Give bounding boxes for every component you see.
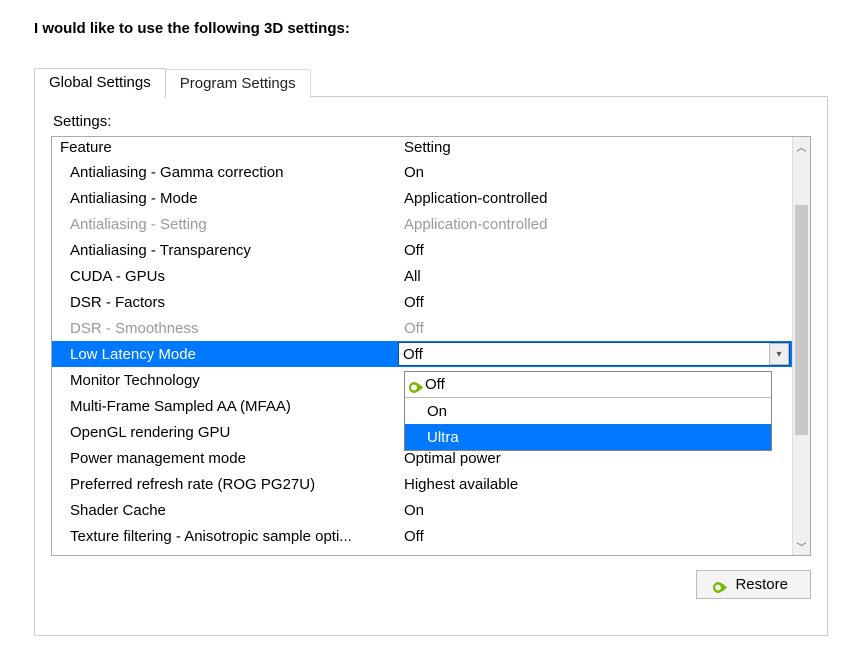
setting-cell: Allow (404, 554, 792, 556)
setting-cell: Off (404, 320, 792, 337)
setting-cell: Off (404, 242, 792, 259)
feature-cell: Multi-Frame Sampled AA (MFAA) (70, 398, 404, 415)
scroll-up-button[interactable]: ︿ (793, 137, 810, 155)
setting-row[interactable]: Antialiasing - Transparency Off (52, 237, 792, 263)
feature-cell: Texture filtering - Anisotropic sample o… (70, 528, 404, 545)
setting-row[interactable]: Antialiasing - Mode Application-controll… (52, 185, 792, 211)
dropdown-option[interactable]: On (405, 398, 771, 424)
restore-button[interactable]: Restore (696, 570, 811, 599)
tab-strip: Global Settings Program Settings (34, 67, 828, 96)
feature-cell: Power management mode (70, 450, 404, 467)
setting-cell: Application-controlled (404, 216, 792, 233)
scrollbar-vertical[interactable]: ︿ ﹀ (792, 137, 810, 555)
feature-cell: OpenGL rendering GPU (70, 424, 404, 441)
page-heading: I would like to use the following 3D set… (0, 0, 850, 37)
scroll-down-button[interactable]: ﹀ (793, 537, 810, 555)
setting-row: DSR - Smoothness Off (52, 315, 792, 341)
feature-cell: Low Latency Mode (70, 346, 404, 363)
setting-row[interactable]: CUDA - GPUs All (52, 263, 792, 289)
grid-rows: Antialiasing - Gamma correction On Antia… (52, 159, 792, 555)
setting-row[interactable]: Texture filtering - Anisotropic sample o… (52, 523, 792, 549)
feature-cell: DSR - Factors (70, 294, 404, 311)
dropdown-option[interactable]: Off (405, 372, 771, 398)
setting-value: Off (399, 346, 769, 363)
nvidia-icon (409, 380, 423, 391)
setting-cell: On (404, 502, 792, 519)
feature-cell: CUDA - GPUs (70, 268, 404, 285)
feature-cell: Shader Cache (70, 502, 404, 519)
settings-label: Settings: (53, 113, 811, 130)
column-headers: Feature Setting (52, 137, 792, 159)
setting-cell: Highest available (404, 476, 792, 493)
chevron-down-icon: ▾ (776, 349, 781, 360)
scrollbar-track[interactable] (793, 155, 810, 537)
tab-content: Settings: Feature Setting Antialiasing -… (34, 96, 828, 636)
feature-cell: Antialiasing - Transparency (70, 242, 404, 259)
feature-cell: DSR - Smoothness (70, 320, 404, 337)
chevron-down-icon: ﹀ (797, 539, 807, 554)
restore-area: Restore (51, 570, 811, 599)
feature-cell: Antialiasing - Mode (70, 190, 404, 207)
setting-cell: All (404, 268, 792, 285)
column-header-feature[interactable]: Feature (60, 139, 404, 156)
nvidia-icon (713, 580, 727, 591)
dropdown-option[interactable]: Ultra (405, 424, 771, 450)
column-header-setting[interactable]: Setting (404, 139, 792, 156)
feature-cell: Antialiasing - Gamma correction (70, 164, 404, 181)
setting-row[interactable]: Antialiasing - Gamma correction On (52, 159, 792, 185)
setting-row: Antialiasing - Setting Application-contr… (52, 211, 792, 237)
grid-body: Feature Setting Antialiasing - Gamma cor… (52, 137, 792, 555)
setting-cell: Optimal power (404, 450, 792, 467)
setting-cell: Application-controlled (404, 190, 792, 207)
settings-panel: Global Settings Program Settings Setting… (34, 67, 828, 636)
setting-cell: On (404, 164, 792, 181)
settings-grid: Feature Setting Antialiasing - Gamma cor… (51, 136, 811, 556)
feature-cell: Texture filtering - Negative LOD bias (70, 554, 404, 556)
dropdown-option-label: Off (425, 376, 445, 393)
feature-cell: Preferred refresh rate (ROG PG27U) (70, 476, 404, 493)
feature-cell: Monitor Technology (70, 372, 404, 389)
setting-dropdown-open[interactable]: Off ▾ (398, 342, 790, 366)
setting-row[interactable]: DSR - Factors Off (52, 289, 792, 315)
setting-cell: Off (404, 528, 792, 545)
dropdown-option-label: On (427, 403, 447, 420)
tab-program-settings[interactable]: Program Settings (165, 69, 311, 98)
setting-row[interactable]: Shader Cache On (52, 497, 792, 523)
restore-button-label: Restore (735, 576, 788, 593)
tab-global-settings[interactable]: Global Settings (34, 68, 166, 97)
setting-row-selected[interactable]: Low Latency Mode Off ▾ (52, 341, 792, 367)
dropdown-option-label: Ultra (427, 429, 459, 446)
setting-row[interactable]: Preferred refresh rate (ROG PG27U) Highe… (52, 471, 792, 497)
setting-row[interactable]: Texture filtering - Negative LOD bias Al… (52, 549, 792, 555)
setting-cell: Off (404, 294, 792, 311)
dropdown-button[interactable]: ▾ (769, 343, 789, 365)
feature-cell: Antialiasing - Setting (70, 216, 404, 233)
chevron-up-icon: ︿ (797, 139, 807, 154)
dropdown-list[interactable]: Off On Ultra (404, 371, 772, 451)
scrollbar-thumb[interactable] (795, 205, 808, 435)
